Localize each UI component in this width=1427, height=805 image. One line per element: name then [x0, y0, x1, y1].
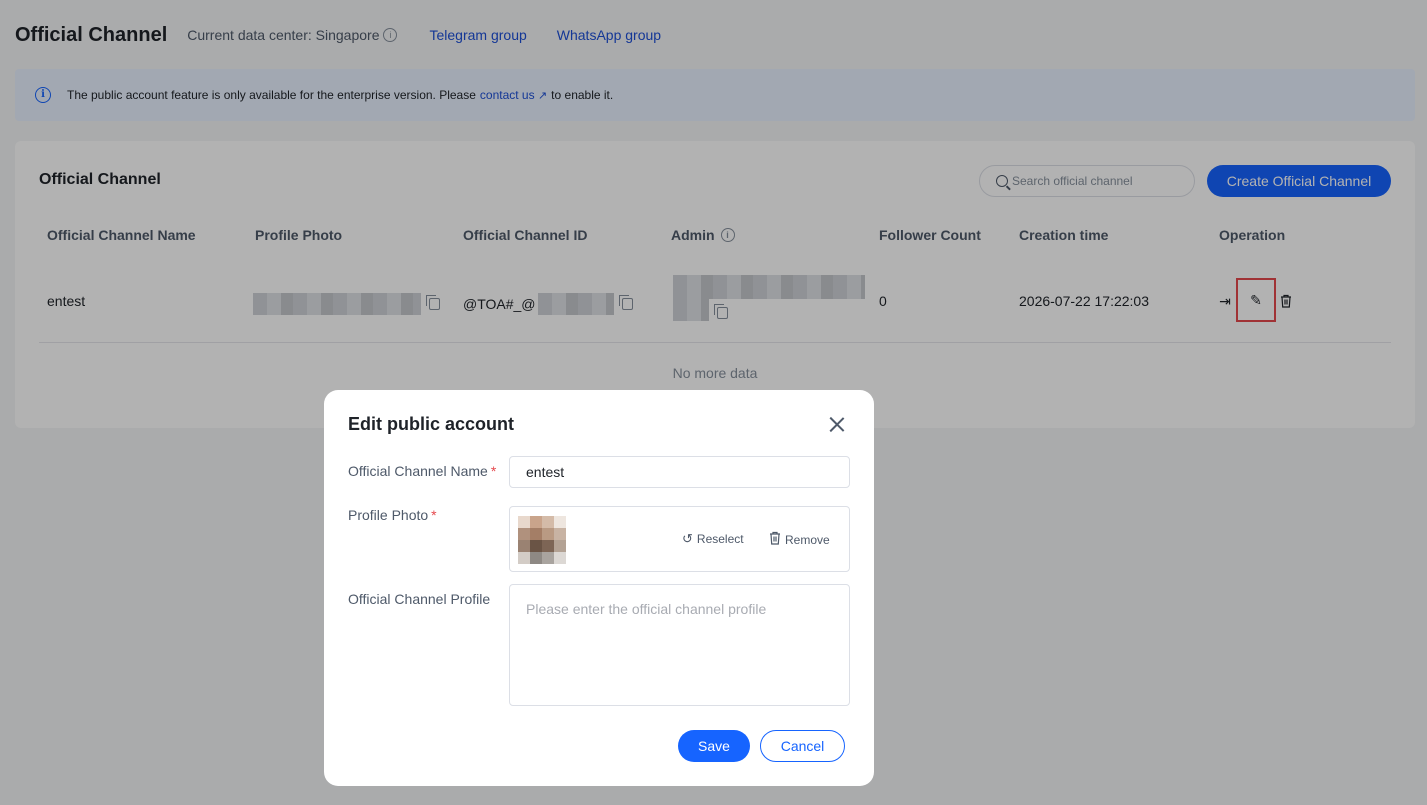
edit-public-account-dialog: Edit public account Official Channel Nam… — [324, 390, 874, 786]
reselect-button[interactable]: ↺ Reselect — [682, 531, 744, 547]
profile-photo-thumbnail — [518, 516, 566, 564]
profile-photo-label-text: Profile Photo — [348, 507, 429, 523]
trash-icon — [769, 531, 781, 548]
channel-name-label-text: Official Channel Name — [348, 463, 488, 479]
profile-photo-label: Profile Photo * — [348, 507, 437, 523]
channel-profile-label: Official Channel Profile — [348, 591, 491, 607]
save-button[interactable]: Save — [678, 730, 750, 762]
channel-name-label: Official Channel Name * — [348, 463, 496, 479]
channel-profile-textarea[interactable] — [509, 584, 850, 706]
remove-label[interactable]: Remove — [785, 533, 830, 547]
required-mark: * — [490, 463, 497, 479]
dialog-title: Edit public account — [348, 414, 515, 434]
refresh-icon: ↺ — [682, 531, 693, 546]
remove-button[interactable]: Remove — [769, 531, 830, 548]
channel-name-input[interactable] — [509, 456, 850, 488]
close-icon[interactable] — [827, 414, 847, 434]
required-mark: * — [431, 507, 437, 523]
profile-photo-box: ↺ Reselect Remove — [509, 506, 850, 572]
cancel-button[interactable]: Cancel — [760, 730, 845, 762]
reselect-label[interactable]: Reselect — [697, 532, 744, 546]
